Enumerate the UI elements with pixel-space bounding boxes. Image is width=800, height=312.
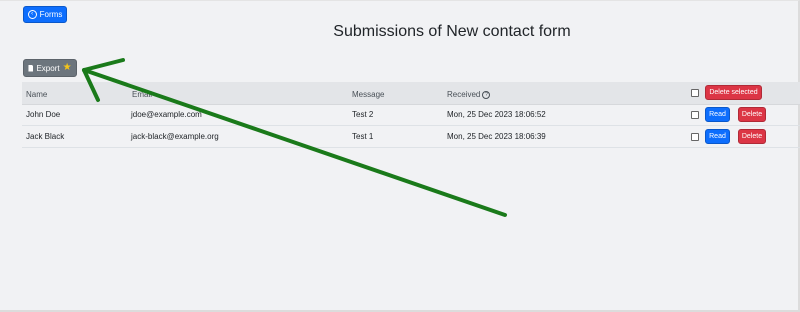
table-header: Name Email Message Received? Delete sele… (22, 82, 800, 105)
row-checkbox[interactable] (691, 133, 699, 141)
column-header-received: Received? (447, 90, 491, 99)
row-received: Mon, 25 Dec 2023 18:06:52 (447, 110, 546, 119)
forms-button-label: Forms (39, 10, 63, 19)
select-all-checkbox[interactable] (691, 89, 699, 97)
star-icon: ★ (62, 62, 72, 73)
row-name: John Doe (26, 110, 61, 119)
question-circle-icon: ? (482, 90, 491, 99)
export-button-label: Export (36, 63, 60, 73)
read-button[interactable]: Read (705, 107, 730, 122)
row-email: jdoe@example.com (131, 110, 202, 119)
row-name: Jack Black (26, 132, 65, 141)
row-message: Test 2 (352, 110, 374, 119)
row-message: Test 1 (352, 132, 374, 141)
forms-button[interactable]: ‹ Forms (23, 6, 67, 23)
arrow-circle-left-icon: ‹ (27, 10, 37, 19)
table-row: Jack Black jack-black@example.org Test 1… (22, 126, 800, 148)
delete-button[interactable]: Delete (738, 129, 766, 144)
export-button[interactable]: Export ★ (23, 59, 77, 77)
row-checkbox[interactable] (691, 111, 699, 119)
row-email: jack-black@example.org (131, 132, 219, 141)
table-row: John Doe jdoe@example.com Test 2 Mon, 25… (22, 104, 800, 126)
column-header-received-label: Received (447, 90, 481, 99)
file-icon (28, 64, 34, 72)
column-header-name: Name (26, 90, 48, 99)
page-frame (0, 0, 800, 312)
delete-selected-button[interactable]: Delete selected (705, 85, 762, 100)
column-header-message: Message (352, 90, 385, 99)
row-received: Mon, 25 Dec 2023 18:06:39 (447, 132, 546, 141)
delete-button[interactable]: Delete (738, 107, 766, 122)
read-button[interactable]: Read (705, 129, 730, 144)
page-title: Submissions of New contact form (333, 23, 571, 40)
column-header-email: Email (132, 90, 153, 99)
